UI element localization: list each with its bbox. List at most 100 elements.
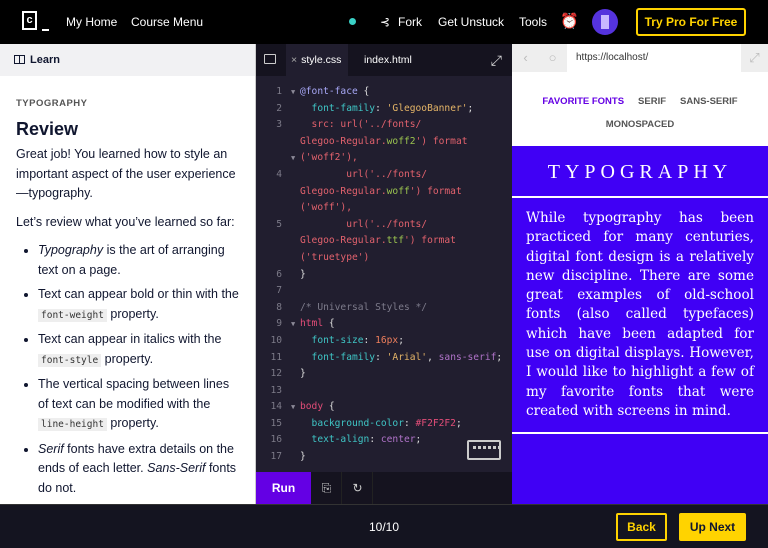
code-token: center — [380, 434, 416, 446]
code-token: Glegoo-Regular. — [300, 235, 387, 247]
code-token: ; — [398, 334, 404, 346]
code-token: ttf — [386, 235, 404, 247]
url-bar[interactable]: https://localhost/ — [567, 44, 741, 72]
code-line: 8 /* Universal Styles */ — [256, 300, 512, 317]
back-button[interactable]: Back — [616, 513, 667, 541]
fold-arrow-icon[interactable]: ▼ — [291, 150, 295, 167]
line-number: 1 — [276, 86, 282, 97]
fold-arrow-icon[interactable]: ▼ — [291, 84, 295, 101]
top-nav: c My Home Course Menu ⊰ Fork Get Unstuck… — [0, 0, 768, 44]
code-token: src: url('../fonts/ — [300, 119, 422, 131]
code-line: 11 font-family: 'Arial', sans-serif; — [256, 350, 512, 367]
code-token: sans-serif — [438, 351, 497, 363]
nav-monospaced[interactable]: MONOSPACED — [606, 119, 674, 130]
code-line: 9 ▼ html { — [256, 316, 512, 333]
fold-arrow-icon[interactable]: ▼ — [291, 399, 295, 416]
code-line: ▼ ('woff2'), — [256, 150, 512, 167]
line-number: 9 — [276, 318, 282, 330]
learn-panel: Learn TYPOGRAPHY Review Great job! You l… — [0, 44, 256, 504]
run-button[interactable]: Run — [256, 472, 311, 504]
line-number: 14 — [270, 401, 282, 413]
code-token: : — [375, 351, 387, 363]
keyboard-icon[interactable] — [467, 440, 501, 460]
code-area[interactable]: 1 ▼ @font-face {2 font-family: 'GlegooBann… — [256, 84, 512, 466]
refresh-icon[interactable]: ↻ — [343, 472, 373, 504]
code-token: : — [375, 102, 387, 114]
code-line: 13 — [256, 383, 512, 400]
copy-icon[interactable]: ⎘ — [312, 472, 342, 504]
code-token: { — [323, 318, 335, 330]
line-number: 7 — [276, 285, 282, 297]
line-number: 12 — [270, 368, 282, 380]
code-token: ('woff2'), — [300, 152, 358, 164]
code-token: ; — [415, 434, 422, 446]
learn-header: Learn — [0, 44, 255, 76]
tab-style-css[interactable]: × style.css — [286, 44, 348, 76]
code-token: url('../fonts/ — [300, 168, 428, 180]
code-editor: × style.css index.html ⤢ 1 ▼ @font-face {2 … — [256, 44, 512, 504]
close-icon[interactable]: × — [291, 54, 297, 66]
codecademy-logo[interactable]: c — [22, 11, 49, 31]
code-line: 5 url('../fonts/ — [256, 217, 512, 234]
code-line: 2 font-family: 'GlegooBanner'; — [256, 101, 512, 118]
code-line: 6} — [256, 267, 512, 284]
code-line: 7 — [256, 283, 512, 300]
lead-text: Let’s review what you’ve learned so far: — [16, 214, 235, 229]
fork-button[interactable]: Fork — [398, 15, 422, 29]
line-number: 2 — [276, 102, 282, 114]
line-number: 6 — [276, 268, 282, 280]
list-item: The vertical spacing between lines of te… — [38, 375, 239, 435]
banner-paragraph: While typography has been practiced for … — [512, 198, 768, 435]
line-number: 15 — [270, 417, 282, 429]
banner: TYPOGRAPHY While typography has been pra… — [512, 146, 768, 504]
line-number: 11 — [270, 351, 282, 363]
code-token: 16px — [375, 334, 399, 346]
avatar[interactable] — [592, 9, 618, 35]
tools-button[interactable]: Tools — [519, 15, 547, 29]
code-token: @font-face — [300, 86, 358, 97]
alarm-clock-icon[interactable]: ⏰ — [560, 12, 579, 30]
line-number: 5 — [276, 218, 282, 230]
line-number: 17 — [270, 451, 282, 463]
code-token: font-family — [300, 102, 376, 114]
tab-index-html[interactable]: index.html — [364, 44, 412, 76]
code-token: Glegoo-Regular. — [300, 135, 387, 147]
review-list: Typography is the art of arranging text … — [16, 241, 239, 498]
code-line: 10 font-size: 16px; — [256, 333, 512, 350]
banner-title: TYPOGRAPHY — [512, 146, 768, 198]
back-arrow-icon[interactable]: ‹ — [512, 44, 539, 72]
intro-text: Great job! You learned how to style an i… — [16, 147, 236, 200]
up-next-button[interactable]: Up Next — [679, 513, 746, 541]
code-token: 'GlegooBanner' — [386, 102, 468, 114]
code-token: font-family — [300, 351, 376, 363]
nav-favorite-fonts[interactable]: FAVORITE FONTS — [542, 96, 624, 107]
lesson-title: Review — [16, 118, 79, 139]
list-item: Text can appear in italics with the font… — [38, 330, 239, 370]
line-number: 8 — [276, 301, 282, 313]
code-token: } — [300, 451, 306, 463]
line-number: 4 — [276, 168, 282, 180]
my-home-link[interactable]: My Home — [66, 15, 117, 29]
folder-icon[interactable] — [264, 54, 276, 64]
fullscreen-icon[interactable]: ⤢ — [741, 44, 768, 72]
list-item: Serif fonts have extra details on the en… — [38, 440, 239, 499]
get-unstuck-button[interactable]: Get Unstuck — [438, 15, 504, 29]
code-token: /* Universal Styles */ — [300, 301, 428, 313]
nav-sans-serif[interactable]: SANS-SERIF — [680, 96, 738, 107]
code-token: url('../fonts/ — [300, 218, 428, 230]
code-token: : — [403, 417, 416, 429]
code-token: } — [300, 268, 306, 280]
code-line: 12} — [256, 366, 512, 383]
course-menu-link[interactable]: Course Menu — [131, 15, 203, 29]
nav-serif[interactable]: SERIF — [638, 96, 666, 107]
reload-icon[interactable]: ○ — [539, 44, 566, 72]
expand-icon[interactable]: ⤢ — [491, 52, 502, 69]
code-token: { — [357, 86, 370, 97]
list-item: Text can appear bold or thin with the fo… — [38, 285, 239, 325]
try-pro-button[interactable]: Try Pro For Free — [636, 8, 746, 36]
book-icon — [14, 55, 25, 64]
code-token: text-align — [300, 434, 370, 446]
code-token: html — [300, 318, 324, 330]
fold-arrow-icon[interactable]: ▼ — [291, 316, 295, 333]
code-token: ; — [496, 351, 503, 363]
